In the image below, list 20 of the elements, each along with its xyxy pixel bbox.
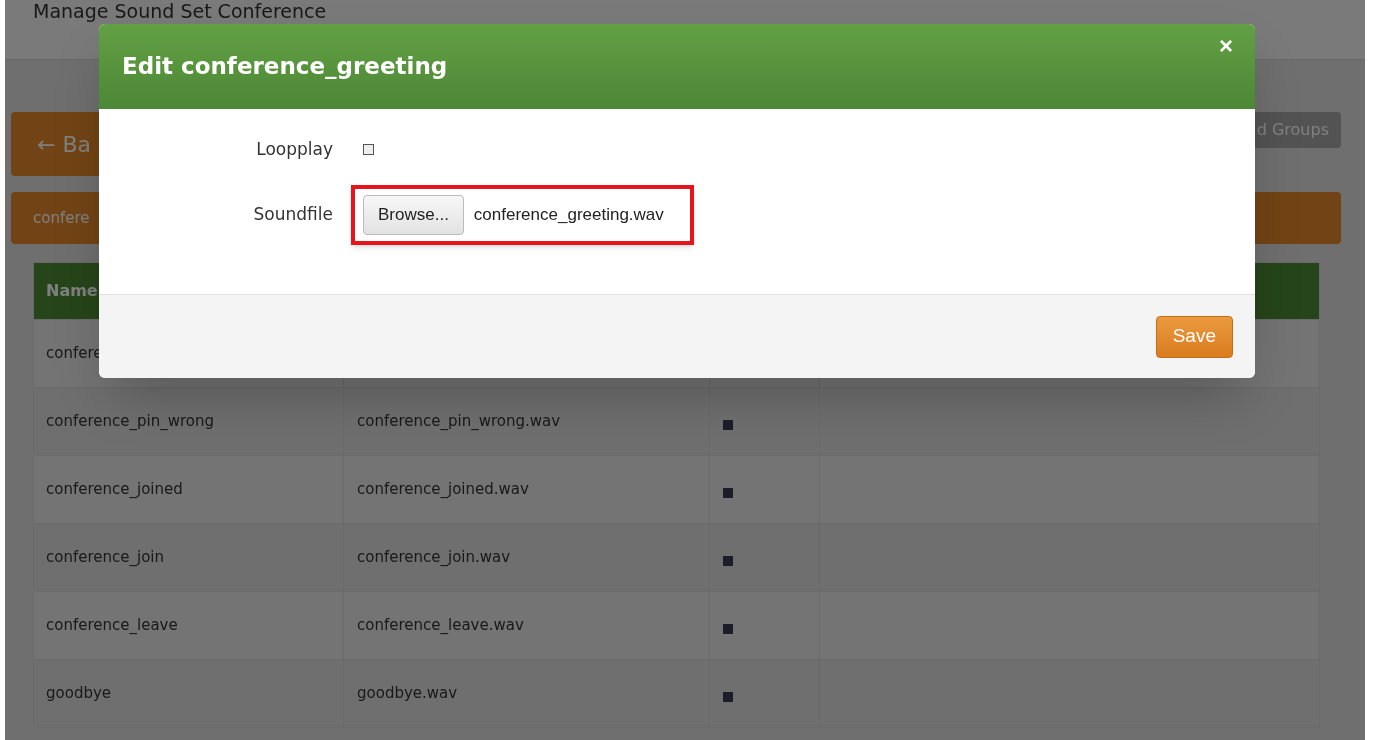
table-cell-text: goodbye [46, 683, 112, 705]
table-cell-text: conference_joined.wav [357, 479, 529, 501]
browse-button[interactable]: Browse... [363, 194, 464, 235]
table-cell-text: conference_leave.wav [357, 615, 524, 637]
table-cell-text: conference_join.wav [357, 547, 511, 569]
file-name: conference_greeting.wav [473, 203, 664, 226]
table-cell-text: conference_pin_wrong.wav [357, 411, 561, 433]
table-cell-text: conference_join [46, 547, 164, 569]
table-cell-text: conference_leave [46, 615, 178, 637]
loopplay-checkbox[interactable] [363, 144, 374, 156]
close-button[interactable]: × [1219, 32, 1233, 60]
save-button[interactable]: Save [1155, 315, 1233, 358]
page-title: Manage Sound Set Conference [33, 0, 327, 22]
table-cell-text: goodbye.wav [357, 683, 458, 705]
table-cell-text: conference_joined [46, 479, 183, 501]
column-header[interactable]: Name [46, 279, 98, 303]
table-cell-text: conference_pin_wrong [46, 411, 214, 433]
field-label: Soundfile [253, 202, 333, 226]
dialog-title: Edit conference_greeting [122, 52, 448, 82]
field-label: Loopplay [256, 138, 333, 161]
